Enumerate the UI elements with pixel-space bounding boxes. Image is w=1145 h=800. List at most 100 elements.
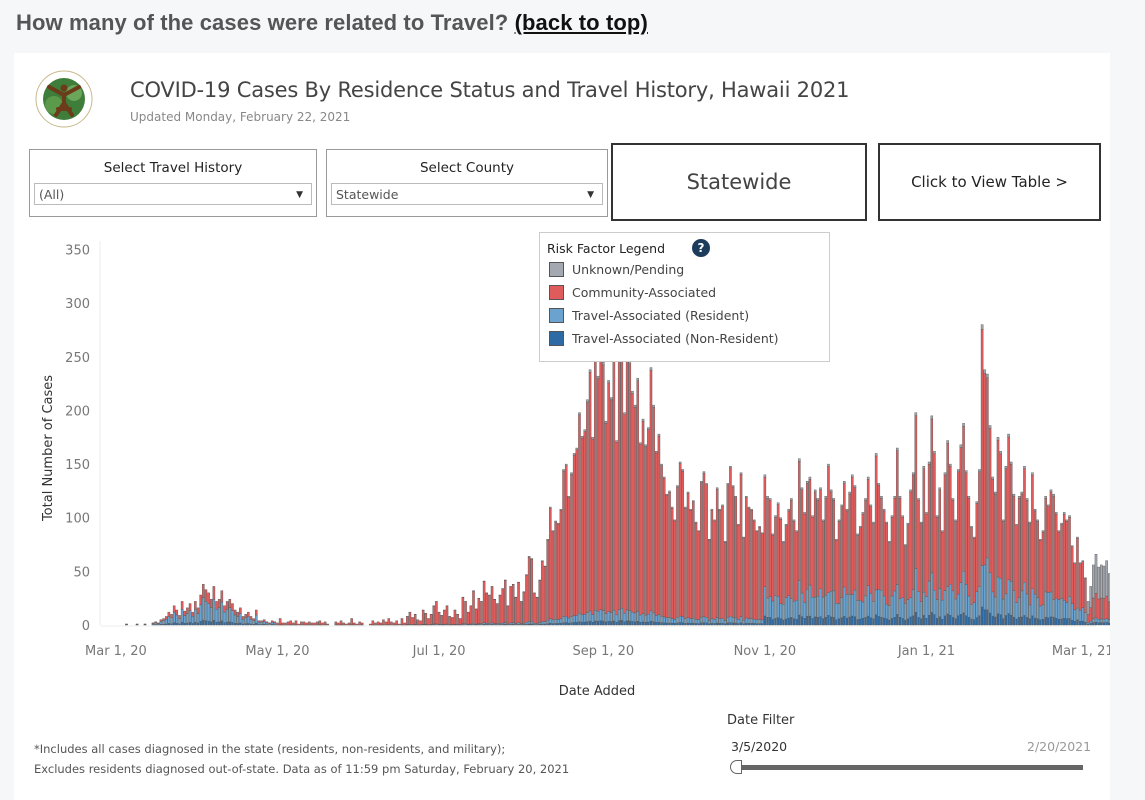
bar-segment[interactable]: [957, 471, 960, 595]
bar-segment[interactable]: [734, 496, 738, 498]
bar-segment[interactable]: [1102, 565, 1106, 599]
bar-segment[interactable]: [530, 558, 534, 622]
bar-segment[interactable]: [933, 453, 936, 591]
bar-segment[interactable]: [779, 517, 783, 520]
bar-segment[interactable]: [686, 493, 690, 618]
bar-segment[interactable]: [872, 618, 875, 626]
bar-segment[interactable]: [980, 565, 984, 608]
bar-segment[interactable]: [1015, 602, 1018, 620]
bar-segment[interactable]: [1092, 564, 1095, 599]
bar-segment[interactable]: [941, 530, 944, 533]
bar-segment[interactable]: [525, 574, 528, 623]
bar-segment[interactable]: [567, 496, 571, 498]
bar-segment[interactable]: [829, 616, 833, 626]
bar-segment[interactable]: [784, 618, 788, 626]
bar-segment[interactable]: [1012, 493, 1016, 497]
bar-segment[interactable]: [943, 472, 947, 476]
bar-segment[interactable]: [236, 616, 240, 624]
bar-segment[interactable]: [557, 523, 560, 620]
bar-segment[interactable]: [570, 622, 573, 626]
bar-segment[interactable]: [766, 617, 769, 626]
bar-segment[interactable]: [257, 620, 261, 623]
bar-segment[interactable]: [180, 621, 184, 626]
bar-segment[interactable]: [1065, 519, 1069, 522]
bar-segment[interactable]: [384, 621, 388, 626]
bar-segment[interactable]: [172, 622, 176, 626]
bar-segment[interactable]: [994, 493, 997, 598]
bar-segment[interactable]: [575, 615, 579, 623]
bar-segment[interactable]: [803, 512, 806, 515]
bar-segment[interactable]: [1039, 619, 1042, 626]
bar-segment[interactable]: [482, 581, 486, 623]
bar-segment[interactable]: [196, 607, 200, 614]
bar-segment[interactable]: [1105, 622, 1108, 626]
bar-segment[interactable]: [382, 619, 385, 625]
bar-segment[interactable]: [840, 617, 843, 626]
bar-segment[interactable]: [964, 584, 968, 616]
bar-segment[interactable]: [496, 603, 499, 625]
bar-segment[interactable]: [459, 618, 462, 625]
bar-segment[interactable]: [1036, 597, 1039, 619]
bar-segment[interactable]: [954, 618, 957, 626]
bar-segment[interactable]: [776, 596, 780, 618]
bar-segment[interactable]: [220, 620, 224, 626]
bar-segment[interactable]: [755, 623, 759, 626]
bar-segment[interactable]: [972, 538, 976, 603]
bar-segment[interactable]: [186, 607, 189, 614]
bar-segment[interactable]: [760, 619, 764, 624]
bar-segment[interactable]: [1002, 521, 1005, 600]
bar-segment[interactable]: [1017, 597, 1021, 618]
bar-segment[interactable]: [270, 621, 274, 625]
bar-segment[interactable]: [917, 591, 920, 618]
bar-segment[interactable]: [647, 429, 650, 615]
bar-segment[interactable]: [843, 616, 846, 626]
bar-segment[interactable]: [506, 605, 510, 625]
bar-segment[interactable]: [1076, 619, 1079, 626]
bar-segment[interactable]: [1012, 616, 1016, 626]
bar-segment[interactable]: [755, 531, 759, 621]
bar-segment[interactable]: [750, 618, 753, 624]
bar-segment[interactable]: [946, 613, 949, 626]
bar-segment[interactable]: [188, 610, 192, 623]
bar-segment[interactable]: [1007, 613, 1010, 626]
bar-segment[interactable]: [249, 619, 253, 625]
bar-segment[interactable]: [636, 621, 639, 626]
bar-segment[interactable]: [345, 623, 348, 626]
bar-segment[interactable]: [543, 621, 547, 625]
bar-segment[interactable]: [490, 622, 494, 625]
bar-segment[interactable]: [501, 622, 504, 625]
bar-segment[interactable]: [713, 519, 716, 522]
bar-segment[interactable]: [729, 622, 732, 626]
bar-segment[interactable]: [403, 622, 406, 626]
bar-segment[interactable]: [392, 622, 396, 626]
bar-segment[interactable]: [1002, 519, 1005, 522]
bar-segment[interactable]: [798, 461, 801, 581]
bar-segment[interactable]: [559, 508, 563, 511]
bar-segment[interactable]: [813, 596, 817, 618]
bar-segment[interactable]: [1036, 521, 1039, 598]
bar-segment[interactable]: [257, 621, 261, 625]
bar-segment[interactable]: [339, 620, 343, 625]
bar-segment[interactable]: [480, 601, 483, 624]
bar-segment[interactable]: [708, 539, 711, 621]
bar-segment[interactable]: [347, 622, 351, 626]
bar-segment[interactable]: [938, 487, 941, 490]
bar-segment[interactable]: [609, 612, 613, 622]
bar-segment[interactable]: [194, 621, 197, 626]
bar-segment[interactable]: [700, 481, 703, 483]
bar-segment[interactable]: [1070, 546, 1074, 604]
bar-segment[interactable]: [750, 510, 753, 619]
bar-segment[interactable]: [835, 603, 838, 621]
bar-segment[interactable]: [1089, 586, 1092, 608]
bar-segment[interactable]: [549, 507, 552, 619]
bar-segment[interactable]: [244, 614, 247, 619]
bar-segment[interactable]: [1004, 468, 1008, 595]
bar-segment[interactable]: [1081, 560, 1085, 562]
bar-segment[interactable]: [228, 607, 232, 623]
bar-segment[interactable]: [212, 586, 216, 600]
bar-segment[interactable]: [260, 620, 263, 623]
bar-segment[interactable]: [315, 621, 319, 626]
bar-segment[interactable]: [888, 605, 891, 621]
bar-segment[interactable]: [604, 421, 608, 424]
bar-segment[interactable]: [1062, 618, 1066, 626]
